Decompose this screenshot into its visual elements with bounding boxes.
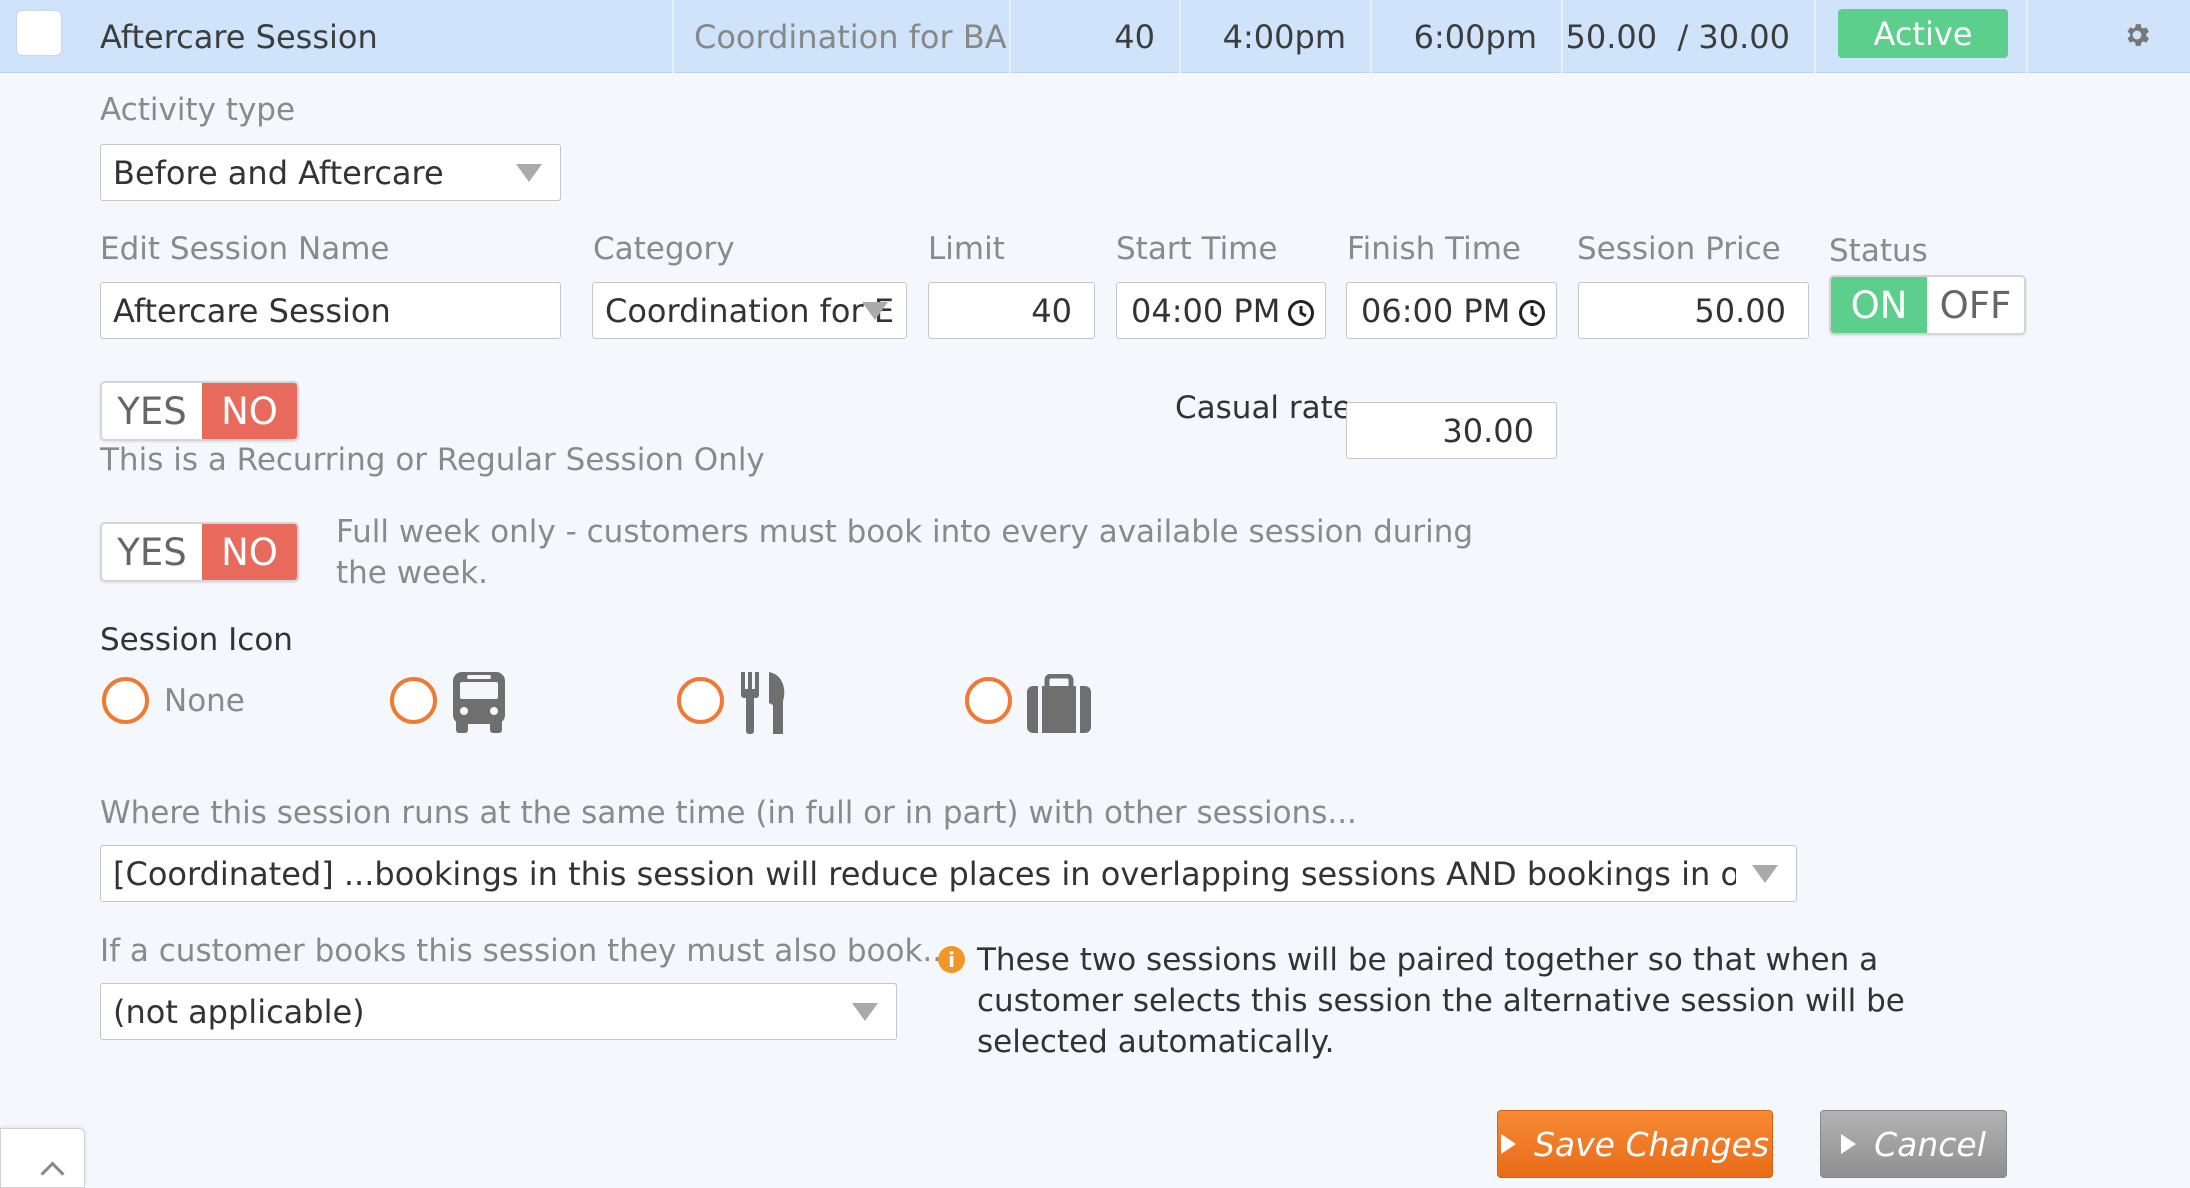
full-week-toggle[interactable]: YES NO — [100, 522, 299, 582]
pair-label: If a customer books this session they mu… — [100, 933, 952, 969]
chevron-down-icon — [1752, 865, 1778, 883]
finish-time-label: Finish Time — [1347, 231, 1521, 267]
chevron-down-icon — [862, 302, 888, 320]
icon-radio-briefcase[interactable] — [965, 677, 1012, 724]
pair-select[interactable]: (not applicable) — [100, 983, 897, 1040]
limit-input[interactable]: 40 — [928, 282, 1095, 339]
finish-time-input[interactable]: 06:00 PM — [1346, 282, 1557, 339]
overlap-select[interactable]: [Coordinated] ...bookings in this sessio… — [100, 845, 1797, 902]
status-label: Status — [1829, 233, 1928, 269]
session-icon-label: Session Icon — [100, 622, 293, 658]
chevron-down-icon — [852, 1003, 878, 1021]
clock-icon[interactable] — [1518, 297, 1546, 335]
category-select[interactable]: Coordination for E — [592, 282, 907, 339]
icon-radio-bus[interactable] — [390, 677, 437, 724]
briefcase-icon — [1026, 673, 1092, 738]
full-week-help-text: Full week only - customers must book int… — [336, 512, 1473, 594]
pair-info-line-1: These two sessions will be paired togeth… — [977, 942, 1879, 978]
info-icon: i — [938, 946, 965, 973]
casual-rate-label: Casual rate: — [1175, 390, 1363, 426]
session-name-input[interactable]: Aftercare Session — [100, 282, 561, 339]
cancel-button[interactable]: Cancel — [1820, 1110, 2007, 1178]
status-badge: Active — [1838, 9, 2008, 58]
session-name-label: Edit Session Name — [100, 231, 390, 267]
full-week-no[interactable]: NO — [202, 524, 297, 580]
recurring-help-text: This is a Recurring or Regular Session O… — [100, 442, 765, 478]
casual-rate-input[interactable]: 30.00 — [1346, 402, 1557, 459]
full-week-yes[interactable]: YES — [102, 524, 202, 580]
header-limit: 40 — [1011, 0, 1181, 73]
status-on[interactable]: ON — [1831, 277, 1927, 333]
header-session-name: Aftercare Session — [82, 0, 674, 73]
fork-knife-icon — [739, 671, 791, 739]
start-time-input[interactable]: 04:00 PM — [1116, 282, 1326, 339]
status-off[interactable]: OFF — [1927, 277, 2024, 333]
session-header-row[interactable]: Aftercare Session Coordination for BA...… — [0, 0, 2190, 73]
header-prices: 50.00 / 30.00 — [1563, 0, 1816, 73]
header-finish-time: 6:00pm — [1372, 0, 1563, 73]
arrow-right-icon — [1841, 1134, 1857, 1154]
recurring-yes[interactable]: YES — [102, 383, 202, 439]
row-checkbox[interactable] — [16, 10, 62, 56]
start-time-label: Start Time — [1116, 231, 1278, 267]
header-category: Coordination for BA... — [674, 0, 1011, 73]
arrow-right-icon — [1500, 1134, 1516, 1154]
chevron-down-icon — [516, 164, 542, 182]
limit-label: Limit — [928, 231, 1005, 267]
icon-radio-meal[interactable] — [677, 677, 724, 724]
clock-icon[interactable] — [1287, 297, 1315, 335]
category-value: Coordination for E — [605, 291, 895, 330]
full-week-help-line-2: the week. — [336, 555, 489, 591]
overlap-value: [Coordinated] ...bookings in this sessio… — [113, 854, 1736, 893]
activity-type-select[interactable]: Before and Aftercare — [100, 144, 561, 201]
icon-radio-none[interactable] — [102, 677, 149, 724]
recurring-no[interactable]: NO — [202, 383, 297, 439]
pair-info-text: These two sessions will be paired togeth… — [977, 940, 1905, 1063]
recurring-toggle[interactable]: YES NO — [100, 381, 299, 441]
gear-icon[interactable] — [2122, 20, 2152, 50]
bus-icon — [450, 670, 508, 738]
pair-value: (not applicable) — [113, 992, 365, 1031]
session-price-label: Session Price — [1577, 231, 1781, 267]
activity-type-label: Activity type — [100, 92, 296, 128]
activity-type-value: Before and Aftercare — [113, 153, 444, 192]
full-week-help-line-1: Full week only - customers must book int… — [336, 514, 1474, 550]
header-start-time: 4:00pm — [1181, 0, 1372, 73]
status-toggle[interactable]: ON OFF — [1829, 275, 2026, 335]
category-label: Category — [593, 231, 735, 267]
save-changes-label: Save Changes — [1533, 1124, 1770, 1164]
pair-info-line-2: customer selects this session the altern… — [977, 983, 1905, 1019]
pair-info-line-3: selected automatically. — [977, 1024, 1335, 1060]
cancel-label: Cancel — [1874, 1124, 1986, 1164]
scroll-up-tab[interactable] — [0, 1128, 85, 1188]
finish-time-value: 06:00 PM — [1361, 291, 1511, 330]
save-changes-button[interactable]: Save Changes — [1497, 1110, 1773, 1178]
chevron-up-icon — [40, 1161, 65, 1186]
icon-none-label: None — [164, 683, 245, 719]
session-price-input[interactable]: 50.00 — [1578, 282, 1809, 339]
start-time-value: 04:00 PM — [1131, 291, 1281, 330]
overlap-label: Where this session runs at the same time… — [100, 795, 1357, 831]
